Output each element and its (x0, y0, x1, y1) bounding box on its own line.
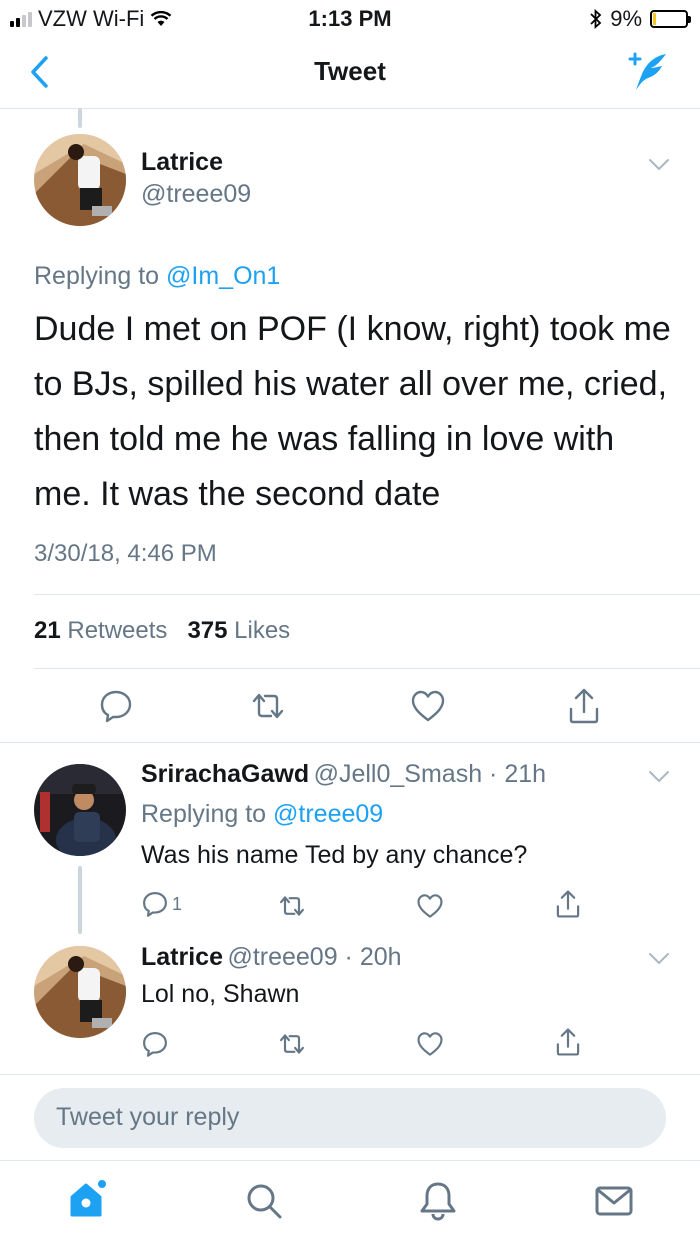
reply-button[interactable] (96, 686, 136, 726)
battery-level (653, 13, 656, 25)
reply-text: Lol no, Shawn (141, 980, 300, 1008)
search-icon (247, 1184, 282, 1219)
tab-search[interactable] (240, 1177, 288, 1225)
reply-input[interactable]: Tweet your reply (34, 1088, 666, 1148)
replying-to-line: Replying to @Im_On1 (34, 262, 280, 291)
replying-to-prefix: Replying to (34, 262, 160, 290)
mail-icon (595, 1186, 633, 1216)
retweet-icon (280, 1034, 304, 1054)
share-button[interactable] (552, 1026, 584, 1058)
retweet-button[interactable] (248, 686, 288, 726)
reply-time: 21h (504, 760, 547, 788)
author-handle[interactable]: @treee09 (141, 180, 251, 209)
reply-icon (143, 1032, 167, 1057)
share-button[interactable] (564, 686, 604, 726)
avatar[interactable] (34, 764, 126, 856)
reply-author-handle[interactable]: @treee09 (227, 943, 337, 971)
share-button[interactable] (552, 888, 584, 920)
reply-button[interactable]: 1 (141, 890, 182, 918)
bluetooth-icon (590, 9, 602, 29)
retweets-count: 21 (34, 617, 61, 644)
reply-author-handle[interactable]: @Jell0_Smash (314, 760, 483, 788)
profile-photo-image (34, 764, 126, 856)
retweets-label: Retweets (67, 617, 168, 644)
chevron-down-icon[interactable] (648, 952, 670, 966)
chevron-down-icon[interactable] (648, 770, 670, 784)
tweet-stats: 21 Retweets 375 Likes (34, 617, 290, 645)
tab-messages[interactable] (590, 1177, 638, 1225)
like-button[interactable] (414, 1028, 446, 1060)
avatar[interactable] (34, 946, 126, 1038)
like-button[interactable] (408, 686, 448, 726)
divider (34, 668, 700, 669)
heart-icon (417, 1032, 443, 1056)
retweet-button[interactable] (276, 1028, 308, 1060)
reply-icon (143, 892, 167, 917)
likes-count: 375 (187, 617, 228, 644)
replying-to-link[interactable]: @Im_On1 (166, 262, 280, 290)
avatar[interactable] (34, 134, 126, 226)
likes-stat[interactable]: 375 Likes (187, 617, 290, 644)
heart-icon (411, 690, 445, 722)
thread-connector (78, 108, 82, 128)
replying-to-line: Replying to @treee09 (141, 800, 383, 829)
page-title: Tweet (314, 56, 386, 86)
divider (0, 742, 700, 743)
reply-header: SrirachaGawd @Jell0_Smash · 21h (141, 760, 547, 788)
reply-count: 1 (172, 893, 183, 914)
chevron-down-icon[interactable] (648, 158, 670, 172)
tweet-timestamp: 3/30/18, 4:46 PM (34, 540, 217, 567)
share-icon (569, 688, 599, 724)
replying-to-prefix: Replying to (141, 800, 267, 828)
thread-connector (78, 866, 82, 934)
bell-icon (420, 1182, 456, 1221)
reply-icon (100, 690, 132, 723)
tab-bar (0, 1160, 700, 1245)
share-icon (556, 890, 580, 918)
nav-bar: Tweet (0, 36, 700, 109)
retweets-stat[interactable]: 21 Retweets (34, 617, 167, 644)
battery-percent: 9% (610, 6, 642, 31)
status-right: 9% (590, 6, 691, 32)
divider (0, 1074, 700, 1075)
home-icon (70, 1180, 106, 1217)
divider (34, 594, 700, 595)
retweet-button[interactable] (276, 890, 308, 922)
likes-label: Likes (234, 617, 291, 644)
heart-icon (417, 894, 443, 918)
compose-tweet-icon (628, 52, 666, 90)
retweet-icon (252, 693, 284, 719)
tweet-text: Dude I met on POF (I know, right) took m… (34, 310, 671, 513)
reply-text: Was his name Ted by any chance? (141, 841, 528, 869)
like-button[interactable] (414, 890, 446, 922)
tab-home[interactable] (64, 1175, 112, 1223)
replying-to-link[interactable]: @treee09 (273, 800, 383, 828)
profile-photo-image (34, 946, 126, 1038)
reply-header: Latrice @treee09 · 20h (141, 943, 402, 971)
reply-button[interactable] (139, 1028, 171, 1060)
battery-icon (650, 10, 691, 28)
retweet-icon (280, 896, 304, 916)
reply-time: 20h (359, 943, 402, 971)
reply-author-name[interactable]: Latrice (141, 943, 223, 971)
status-bar: VZW Wi-Fi 1:13 PM 9% (0, 0, 700, 36)
author-name[interactable]: Latrice (141, 148, 223, 177)
profile-photo-image (34, 134, 126, 226)
share-icon (556, 1028, 580, 1056)
reply-author-name[interactable]: SrirachaGawd (141, 760, 309, 788)
reply-input-placeholder: Tweet your reply (56, 1103, 240, 1131)
tab-notifications[interactable] (414, 1177, 462, 1225)
compose-tweet-button[interactable] (624, 50, 672, 94)
